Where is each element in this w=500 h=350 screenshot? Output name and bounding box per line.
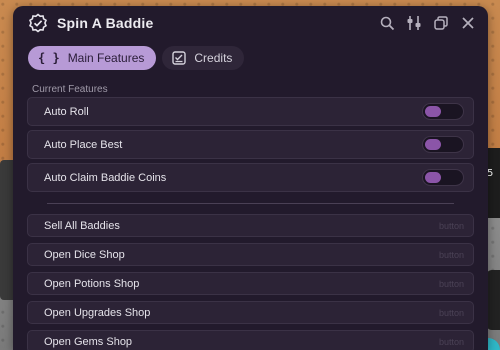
shield-check-logo-icon	[28, 13, 48, 33]
sell-all-baddies-button[interactable]: Sell All Baddies button	[27, 214, 474, 237]
section-label: Current Features	[32, 84, 108, 95]
open-gems-shop-button[interactable]: Open Gems Shop button	[27, 330, 474, 350]
auto-roll-toggle[interactable]	[422, 103, 464, 120]
toggle-row-auto-claim-coins[interactable]: Auto Claim Baddie Coins	[27, 163, 474, 192]
braces-icon: { }	[38, 51, 60, 65]
tab-label: Credits	[194, 51, 233, 65]
button-label: Open Dice Shop	[44, 248, 125, 261]
toggle-label: Auto Claim Baddie Coins	[44, 171, 167, 184]
toggle-knob	[425, 139, 441, 150]
background-object	[486, 270, 500, 330]
button-label: Open Potions Shop	[44, 277, 140, 290]
toggle-label: Auto Roll	[44, 105, 89, 118]
button-label: Open Upgrades Shop	[44, 306, 151, 319]
button-label: Open Gems Shop	[44, 335, 133, 348]
toggle-knob	[425, 172, 441, 183]
tab-main-features[interactable]: { } Main Features	[28, 46, 157, 70]
button-hint: button	[438, 336, 464, 347]
script-window: Spin A Baddie { } Main Features Credits …	[13, 6, 488, 350]
search-icon[interactable]	[379, 15, 395, 31]
minimize-window-icon[interactable]	[433, 15, 449, 31]
feature-list: Auto Roll Auto Place Best Auto Claim Bad…	[13, 97, 488, 350]
title-bar[interactable]: Spin A Baddie	[13, 6, 488, 40]
tab-label: Main Features	[67, 51, 145, 65]
tab-credits[interactable]: Credits	[162, 46, 245, 70]
tab-bar: { } Main Features Credits	[13, 40, 488, 80]
toggle-row-auto-place-best[interactable]: Auto Place Best	[27, 130, 474, 159]
window-title: Spin A Baddie	[57, 15, 154, 31]
button-hint: button	[438, 278, 464, 289]
checklist-icon	[172, 51, 187, 65]
open-potions-shop-button[interactable]: Open Potions Shop button	[27, 272, 474, 295]
toggle-row-auto-roll[interactable]: Auto Roll	[27, 97, 474, 126]
divider	[47, 203, 454, 204]
title-bar-actions	[379, 15, 476, 31]
button-hint: button	[438, 249, 464, 260]
toggle-label: Auto Place Best	[44, 138, 123, 151]
button-hint: button	[438, 307, 464, 318]
settings-sliders-icon[interactable]	[406, 15, 422, 31]
open-upgrades-shop-button[interactable]: Open Upgrades Shop button	[27, 301, 474, 324]
auto-claim-coins-toggle[interactable]	[422, 169, 464, 186]
close-icon[interactable]	[460, 15, 476, 31]
button-hint: button	[438, 220, 464, 231]
open-dice-shop-button[interactable]: Open Dice Shop button	[27, 243, 474, 266]
toggle-knob	[425, 106, 441, 117]
button-label: Sell All Baddies	[44, 219, 120, 232]
auto-place-best-toggle[interactable]	[422, 136, 464, 153]
